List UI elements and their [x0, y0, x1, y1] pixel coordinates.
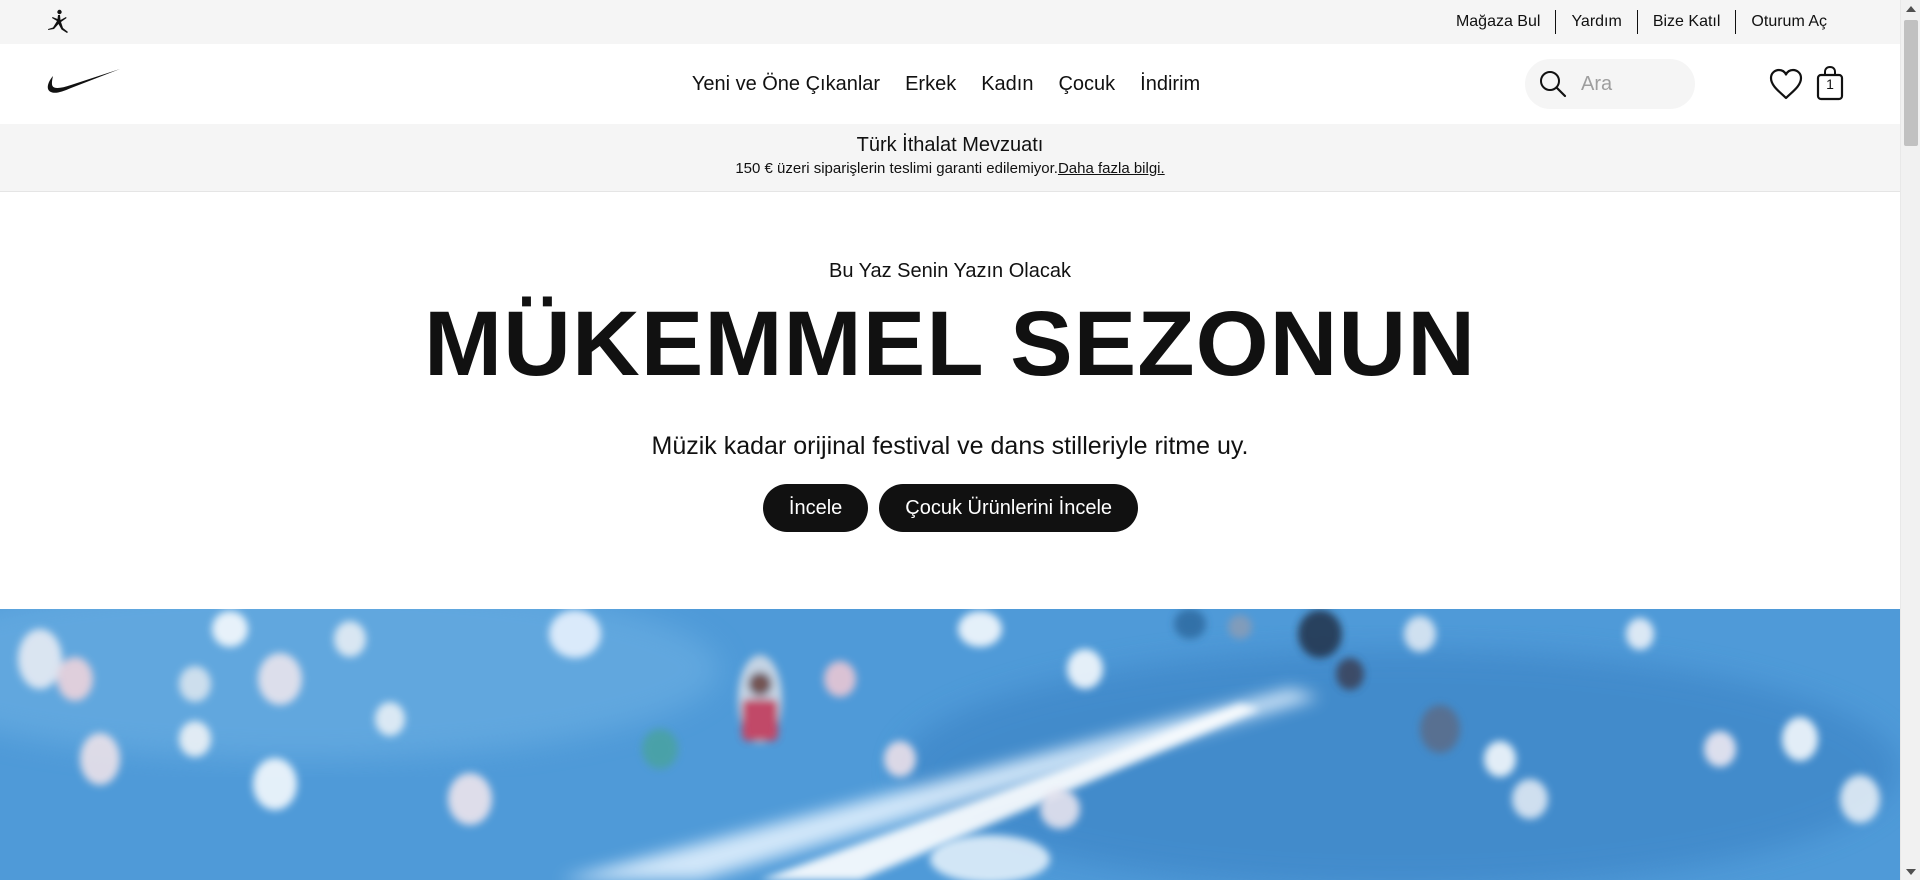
nav-item-kids[interactable]: Çocuk: [1058, 73, 1115, 96]
learn-more-link[interactable]: Daha fazla bilgi.: [1058, 160, 1165, 177]
scrollbar-thumb[interactable]: [1904, 20, 1918, 146]
heart-icon[interactable]: [1766, 64, 1806, 104]
hero-video-banner[interactable]: [0, 609, 1900, 880]
search-icon[interactable]: [1535, 66, 1571, 102]
bag-icon[interactable]: 1: [1810, 62, 1850, 104]
main-nav: Yeni ve Öne Çıkanlar Erkek Kadın Çocuk İ…: [0, 44, 1900, 124]
utility-links: Mağaza Bul Yardım Bize Katıl Oturum Aç: [1441, 10, 1842, 34]
utility-bar: Mağaza Bul Yardım Bize Katıl Oturum Aç: [0, 0, 1900, 44]
help-link[interactable]: Yardım: [1556, 10, 1636, 34]
scroll-up-arrow-icon[interactable]: [1901, 0, 1920, 17]
hero-kicker: Bu Yaz Senin Yazın Olacak: [828, 260, 1071, 282]
explore-kids-button[interactable]: Çocuk Ürünlerini İncele: [879, 484, 1139, 532]
notice-text: 150 € üzeri siparişlerin teslimi garanti…: [0, 158, 1900, 180]
hero: Bu Yaz Senin Yazın Olacak MÜKEMMEL SEZON…: [0, 192, 1900, 612]
nav-item-sale[interactable]: İndirim: [1140, 73, 1200, 96]
banner-artwork: [0, 609, 1900, 880]
jordan-jumpman-icon[interactable]: [44, 8, 72, 36]
sign-in-link[interactable]: Oturum Aç: [1736, 10, 1842, 34]
join-us-link[interactable]: Bize Katıl: [1638, 10, 1736, 34]
hero-subtitle: Müzik kadar orijinal festival ve dans st…: [651, 432, 1249, 460]
store-locator-link[interactable]: Mağaza Bul: [1441, 10, 1556, 34]
vertical-scrollbar[interactable]: [1900, 0, 1920, 880]
notice-title: Türk İthalat Mevzuatı: [856, 134, 1044, 156]
swoosh-logo-icon[interactable]: [44, 68, 120, 98]
nav-item-women[interactable]: Kadın: [981, 73, 1033, 96]
hero-buttons: İncele Çocuk Ürünlerini İncele: [0, 484, 1900, 532]
notice-message: 150 € üzeri siparişlerin teslimi garanti…: [735, 160, 1058, 177]
nav-item-new-featured[interactable]: Yeni ve Öne Çıkanlar: [692, 73, 880, 96]
hero-title: MÜKEMMEL SEZONUN: [423, 293, 1477, 395]
search-input[interactable]: [1581, 72, 1681, 96]
scroll-down-arrow-icon[interactable]: [1901, 863, 1920, 880]
nav-item-men[interactable]: Erkek: [905, 73, 956, 96]
import-notice: Türk İthalat Mevzuatı 150 € üzeri sipari…: [0, 124, 1900, 192]
bag-count: 1: [1826, 76, 1834, 92]
explore-button[interactable]: İncele: [762, 484, 869, 532]
page: Mağaza Bul Yardım Bize Katıl Oturum Aç Y…: [0, 0, 1900, 880]
search-box: [1525, 59, 1695, 109]
